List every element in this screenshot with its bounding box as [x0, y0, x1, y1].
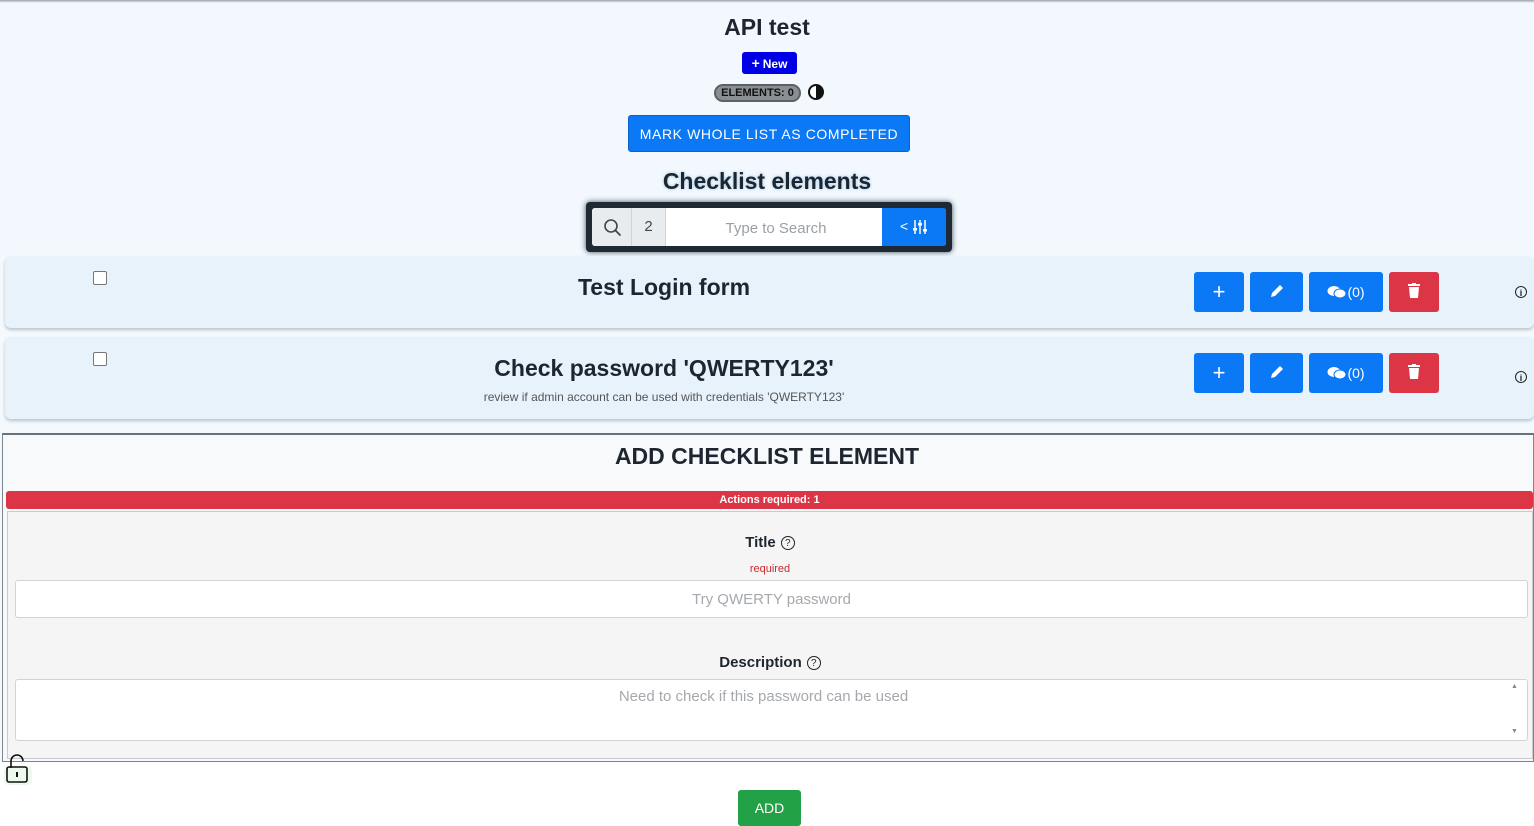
- add-element-form: ADD CHECKLIST ELEMENT Actions required: …: [2, 433, 1534, 762]
- checklist-item: Check password 'QWERTY123' review if adm…: [5, 337, 1534, 419]
- mark-list-completed-button[interactable]: MARK WHOLE LIST AS COMPLETED: [628, 115, 910, 152]
- title-label-text: Title: [745, 534, 776, 551]
- pencil-icon: [1270, 365, 1283, 378]
- help-icon[interactable]: ?: [780, 536, 795, 550]
- plus-icon: +: [1212, 360, 1226, 385]
- top-shadow: [0, 0, 1534, 3]
- item-description: review if admin account can be used with…: [483, 390, 845, 404]
- item-title: Check password 'QWERTY123': [494, 355, 834, 381]
- title-input[interactable]: [15, 580, 1528, 618]
- delete-button[interactable]: [1389, 353, 1439, 393]
- help-icon[interactable]: ?: [806, 656, 821, 670]
- lock-open-icon[interactable]: [3, 752, 33, 786]
- search-input[interactable]: [666, 208, 886, 246]
- edit-button[interactable]: [1250, 353, 1303, 393]
- plus-icon: +: [1212, 279, 1226, 304]
- description-label: Description?: [8, 654, 1532, 671]
- actions-required-bar: Actions required: 1: [6, 491, 1533, 509]
- scroll-down-arrow[interactable]: ▼: [1511, 728, 1518, 735]
- info-icon[interactable]: i: [1515, 371, 1527, 383]
- item-title: Test Login form: [577, 274, 751, 300]
- description-textarea[interactable]: [15, 679, 1528, 741]
- comments-count: (0): [1347, 365, 1365, 381]
- checklist-section-title: Checklist elements: [662, 168, 872, 194]
- new-button[interactable]: + New: [742, 52, 797, 74]
- form-heading: ADD CHECKLIST ELEMENT: [614, 443, 920, 469]
- search-bar: 2 <: [586, 202, 952, 252]
- add-button[interactable]: ADD: [738, 790, 801, 826]
- scroll-up-arrow[interactable]: ▲: [1511, 683, 1518, 690]
- comments-count: (0): [1347, 284, 1365, 300]
- comments-button[interactable]: (0): [1309, 272, 1383, 312]
- plus-icon: +: [751, 55, 760, 71]
- page-title: API test: [724, 14, 810, 40]
- trash-icon: [1408, 364, 1420, 379]
- filter-toggle-button[interactable]: <: [882, 208, 946, 246]
- title-label: Title?: [8, 534, 1532, 551]
- search-box: 2 <: [592, 208, 946, 246]
- new-button-label: New: [762, 57, 788, 71]
- form-fields: Title? required Description? ▲ ▼: [7, 511, 1533, 759]
- comments-button[interactable]: (0): [1309, 353, 1383, 393]
- checklist-item: Test Login form + (0) i: [5, 256, 1534, 328]
- description-label-text: Description: [719, 654, 802, 671]
- comments-icon: [1327, 286, 1347, 299]
- filter-toggle-label: <: [900, 218, 909, 234]
- title-required-text: required: [749, 563, 791, 575]
- pencil-icon: [1270, 284, 1283, 297]
- search-result-count: 2: [632, 208, 666, 246]
- search-icon: [592, 208, 632, 246]
- contrast-icon[interactable]: [808, 84, 824, 100]
- elements-count-badge: ELEMENTS: 0: [714, 84, 801, 102]
- trash-icon: [1408, 283, 1420, 298]
- comments-icon: [1327, 367, 1347, 380]
- edit-button[interactable]: [1250, 272, 1303, 312]
- add-subitem-button[interactable]: +: [1194, 353, 1244, 393]
- delete-button[interactable]: [1389, 272, 1439, 312]
- sliders-icon: [913, 220, 927, 234]
- info-icon[interactable]: i: [1515, 286, 1527, 298]
- add-subitem-button[interactable]: +: [1194, 272, 1244, 312]
